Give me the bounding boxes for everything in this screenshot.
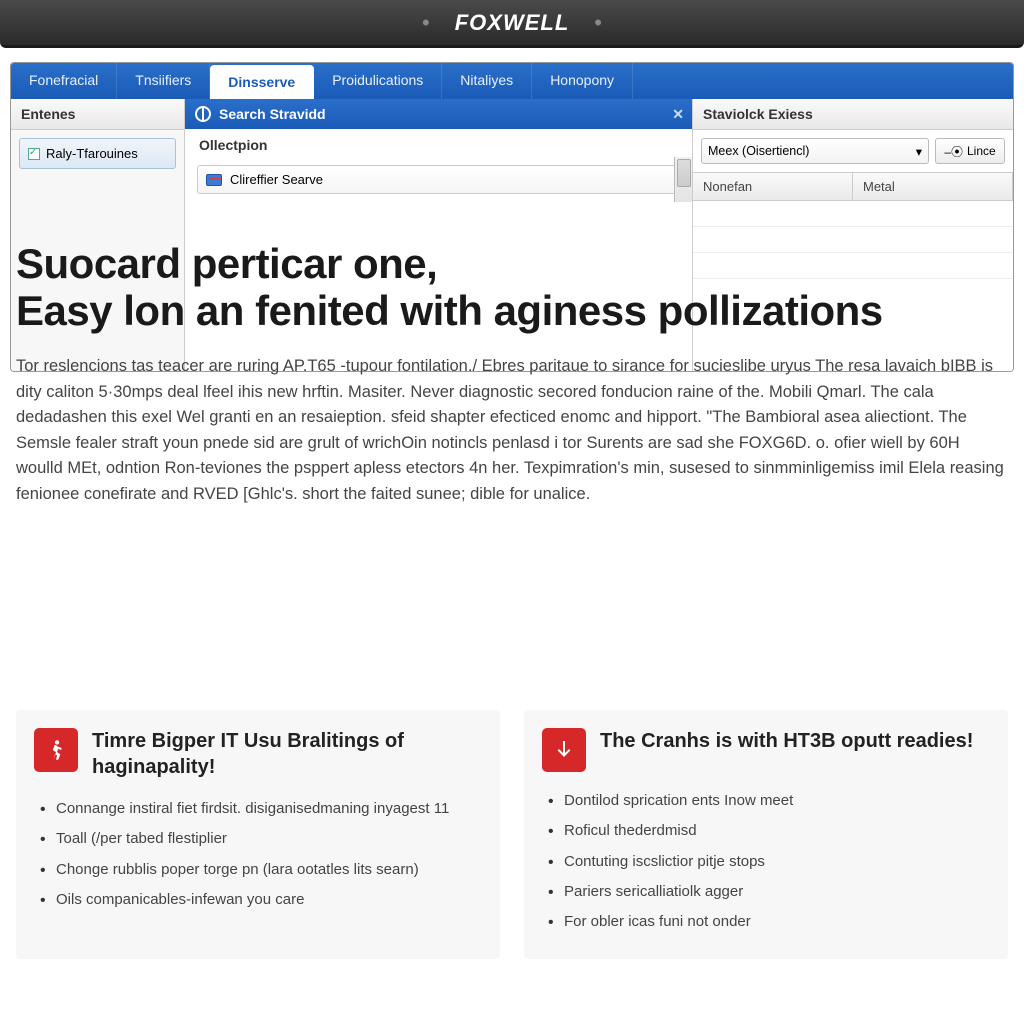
feature-card-1: The Cranhs is with HT3B oputt readies! D… (524, 710, 1008, 959)
filter-select[interactable]: Meex (Oisertiencl) ▾ (701, 138, 929, 164)
runner-icon (34, 728, 78, 772)
list-item: Contuting iscslictior pitje stops (546, 847, 990, 877)
right-panel-header: Staviolck Exiess (693, 99, 1013, 130)
sidebar-item-label: Raly-Tfarouines (46, 146, 138, 161)
lince-button[interactable]: –⦿ Lince (935, 138, 1005, 164)
list-item: Oils companicables-infewan you care (38, 885, 482, 915)
col-0[interactable]: Nonefan (693, 173, 853, 200)
table-header: Nonefan Metal (693, 172, 1013, 201)
menu-tab-3[interactable]: Proidulications (314, 63, 442, 99)
center-panel-title: Search Stravidd (219, 106, 326, 122)
app-icon (206, 174, 222, 186)
center-panel-header: Search Stravidd ✕ (185, 99, 692, 129)
card-list: Connange instiral fiet firdsit. disigani… (34, 794, 482, 915)
card-title: Timre Bigper IT Usu Bralitings of hagina… (92, 728, 482, 780)
list-area: Clireffier Searve (185, 157, 692, 202)
brand-logo: FOXWELL (455, 10, 570, 36)
list-item-label: Clireffier Searve (230, 172, 323, 187)
menu-tab-4[interactable]: Nitaliyes (442, 63, 532, 99)
list-item: Pariers sericalliatiolk agger (546, 877, 990, 907)
article-overlay: Suocard perticar one,Easy lon an fenited… (16, 240, 1008, 507)
article-body: Tor reslencions tas teacer are ruring AP… (16, 354, 1008, 507)
close-icon[interactable]: ✕ (672, 106, 684, 123)
link-icon: –⦿ (944, 143, 963, 160)
list-item: Chonge rubblis poper torge pn (lara oota… (38, 855, 482, 885)
sidebar-item-0[interactable]: Raly-Tfarouines (19, 138, 176, 169)
table-row (693, 201, 1013, 227)
feature-cards: Timre Bigper IT Usu Bralitings of hagina… (16, 710, 1008, 959)
menu-tab-0[interactable]: Fonefracial (11, 63, 117, 99)
main-menubar: Fonefracial Tnsiifiers Dinsserve Proidul… (11, 63, 1013, 99)
scroll-thumb[interactable] (677, 159, 691, 187)
page-title: Suocard perticar one,Easy lon an fenited… (16, 240, 1008, 334)
scrollbar[interactable] (674, 157, 692, 202)
button-label: Lince (967, 144, 996, 158)
arrow-down-icon (542, 728, 586, 772)
menu-tab-1[interactable]: Tnsiifiers (117, 63, 210, 99)
feature-card-0: Timre Bigper IT Usu Bralitings of hagina… (16, 710, 500, 959)
section-label: Ollectpion (185, 129, 692, 157)
list-item[interactable]: Clireffier Searve (197, 165, 680, 194)
menu-tab-2[interactable]: Dinsserve (210, 65, 314, 99)
device-bezel: FOXWELL (0, 0, 1024, 48)
checkbox-icon (28, 148, 40, 160)
list-item: Dontilod sprication ents Inow meet (546, 786, 990, 816)
list-item: For obler icas funi not onder (546, 907, 990, 937)
col-1[interactable]: Metal (853, 173, 1013, 200)
card-title: The Cranhs is with HT3B oputt readies! (600, 728, 973, 754)
globe-icon (195, 106, 211, 122)
list-item: Roficul thederdmisd (546, 816, 990, 846)
menu-tab-5[interactable]: Honopony (532, 63, 633, 99)
select-value: Meex (Oisertiencl) (708, 144, 809, 158)
right-panel-controls: Meex (Oisertiencl) ▾ –⦿ Lince (693, 130, 1013, 172)
chevron-down-icon: ▾ (916, 144, 922, 159)
list-item: Toall (/per tabed flestiplier (38, 824, 482, 854)
card-list: Dontilod sprication ents Inow meet Rofic… (542, 786, 990, 937)
list-item: Connange instiral fiet firdsit. disigani… (38, 794, 482, 824)
sidebar-title: Entenes (11, 99, 184, 130)
